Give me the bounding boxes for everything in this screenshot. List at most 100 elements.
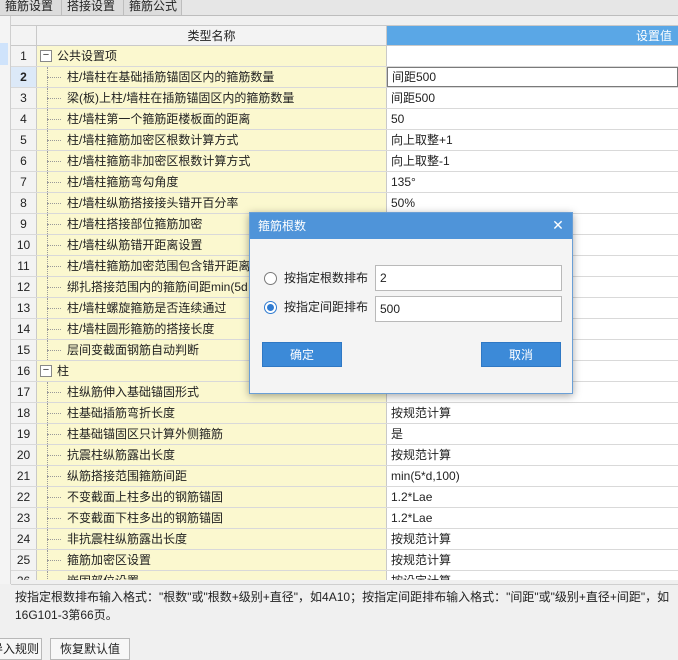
tree-branch xyxy=(47,329,61,330)
row-number: 3 xyxy=(11,88,37,108)
row-name-cell: 不变截面上柱多出的钢筋锚固 xyxy=(37,487,387,507)
row-number: 1 xyxy=(11,46,37,66)
tab-stirrup-settings[interactable]: 箍筋设置 xyxy=(0,0,62,15)
setting-label: 非抗震柱纵筋露出长度 xyxy=(67,532,188,546)
radio-by-spacing[interactable] xyxy=(264,301,277,314)
collapse-icon[interactable]: − xyxy=(40,50,52,62)
row-number: 11 xyxy=(11,256,37,276)
restore-defaults-button[interactable]: 恢复默认值 xyxy=(50,638,130,660)
cancel-button[interactable]: 取消 xyxy=(481,342,561,367)
table-row[interactable]: 26 嵌固部位设置 按设定计算 xyxy=(11,571,678,580)
setting-value[interactable]: 50% xyxy=(387,193,678,213)
table-row[interactable]: 5 柱/墙柱箍筋加密区根数计算方式 向上取整+1 xyxy=(11,130,678,151)
setting-value[interactable]: 按规范计算 xyxy=(387,403,678,423)
tree-branch xyxy=(47,287,61,288)
setting-label: 箍筋加密区设置 xyxy=(67,553,152,567)
setting-value[interactable]: 50 xyxy=(387,109,678,129)
table-row[interactable]: 8 柱/墙柱纵筋搭接接头错开百分率 50% xyxy=(11,193,678,214)
setting-value[interactable]: 135° xyxy=(387,172,678,192)
setting-label: 柱/墙柱箍筋弯勾角度 xyxy=(67,175,179,189)
radio-by-count[interactable] xyxy=(264,272,277,285)
setting-label: 不变截面下柱多出的钢筋锚固 xyxy=(67,511,224,525)
setting-value[interactable]: 按规范计算 xyxy=(387,529,678,549)
spacing-input[interactable] xyxy=(375,296,562,322)
setting-value[interactable]: 间距500 xyxy=(387,88,678,108)
row-number: 16 xyxy=(11,361,37,381)
tree-branch xyxy=(47,77,61,78)
table-row[interactable]: 18 柱基础插筋弯折长度 按规范计算 xyxy=(11,403,678,424)
table-row[interactable]: 25 箍筋加密区设置 按规范计算 xyxy=(11,550,678,571)
setting-value[interactable]: 向上取整+1 xyxy=(387,130,678,150)
table-row[interactable]: 23 不变截面下柱多出的钢筋锚固 1.2*Lae xyxy=(11,508,678,529)
table-row[interactable]: 19 柱基础锚固区只计算外侧箍筋 是 xyxy=(11,424,678,445)
setting-value[interactable]: 按设定计算 xyxy=(387,571,678,580)
table-row[interactable]: 24 非抗震柱纵筋露出长度 按规范计算 xyxy=(11,529,678,550)
option-by-count-label: 按指定根数排布 xyxy=(284,271,369,285)
row-name-cell: 嵌固部位设置 xyxy=(37,571,387,580)
setting-label: 抗震柱纵筋露出长度 xyxy=(67,448,176,462)
setting-label: 柱基础锚固区只计算外侧箍筋 xyxy=(67,427,224,441)
row-name-cell: 柱基础插筋弯折长度 xyxy=(37,403,387,423)
tree-branch xyxy=(47,98,61,99)
setting-value[interactable]: 按规范计算 xyxy=(387,445,678,465)
row-number: 24 xyxy=(11,529,37,549)
setting-label: 绑扎搭接范围内的箍筋间距min(5d xyxy=(67,280,248,294)
setting-label: 柱/墙柱纵筋搭接接头错开百分率 xyxy=(67,196,239,210)
tree-branch xyxy=(47,539,61,540)
tree-branch xyxy=(47,518,61,519)
setting-value[interactable]: 1.2*Lae xyxy=(387,508,678,528)
tab-stirrup-formula[interactable]: 箍筋公式 xyxy=(124,0,182,15)
row-number: 4 xyxy=(11,109,37,129)
table-row[interactable]: 2 柱/墙柱在基础插筋锚固区内的箍筋数量 间距500 xyxy=(11,67,678,88)
row-number: 19 xyxy=(11,424,37,444)
import-rules-button[interactable]: 导入规则 xyxy=(0,638,42,660)
row-number: 18 xyxy=(11,403,37,423)
setting-label: 柱纵筋伸入基础锚固形式 xyxy=(67,385,200,399)
tab-bar: 箍筋设置 搭接设置 箍筋公式 xyxy=(0,0,678,16)
row-name-cell: 柱/墙柱第一个箍筋距楼板面的距离 xyxy=(37,109,387,129)
setting-label: 梁(板)上柱/墙柱在插筋锚固区内的箍筋数量 xyxy=(67,91,295,105)
setting-value[interactable]: 间距500 xyxy=(387,67,678,87)
ok-button[interactable]: 确定 xyxy=(262,342,342,367)
row-number: 14 xyxy=(11,319,37,339)
count-input[interactable] xyxy=(375,265,562,291)
setting-value[interactable]: 是 xyxy=(387,424,678,444)
group-label: 柱 xyxy=(57,364,70,378)
row-name-cell: 柱/墙柱箍筋加密区根数计算方式 xyxy=(37,130,387,150)
row-name-cell: − 公共设置项 xyxy=(37,46,387,66)
table-row[interactable]: 21 纵筋搭接范围箍筋间距 min(5*d,100) xyxy=(11,466,678,487)
tree-branch xyxy=(47,413,61,414)
table-row[interactable]: 6 柱/墙柱箍筋非加密区根数计算方式 向上取整-1 xyxy=(11,151,678,172)
tree-branch xyxy=(47,266,61,267)
option-by-spacing-label: 按指定间距排布 xyxy=(284,300,369,314)
setting-label: 柱/墙柱搭接部位箍筋加密 xyxy=(67,217,203,231)
tab-lap-settings[interactable]: 搭接设置 xyxy=(62,0,124,15)
setting-label: 柱/墙柱在基础插筋锚固区内的箍筋数量 xyxy=(67,70,275,84)
left-panel-edge xyxy=(0,16,11,584)
row-number: 5 xyxy=(11,130,37,150)
header-row-number xyxy=(11,26,37,46)
table-row[interactable]: 4 柱/墙柱第一个箍筋距楼板面的距离 50 xyxy=(11,109,678,130)
row-name-cell: 不变截面下柱多出的钢筋锚固 xyxy=(37,508,387,528)
tree-branch xyxy=(47,434,61,435)
row-number: 17 xyxy=(11,382,37,402)
row-number: 9 xyxy=(11,214,37,234)
row-name-cell: 梁(板)上柱/墙柱在插筋锚固区内的箍筋数量 xyxy=(37,88,387,108)
setting-value[interactable] xyxy=(387,46,678,66)
setting-value[interactable]: min(5*d,100) xyxy=(387,466,678,486)
tree-branch xyxy=(47,308,61,309)
row-name-cell: 柱/墙柱在基础插筋锚固区内的箍筋数量 xyxy=(37,67,387,87)
table-row[interactable]: 20 抗震柱纵筋露出长度 按规范计算 xyxy=(11,445,678,466)
row-number: 21 xyxy=(11,466,37,486)
table-row[interactable]: 3 梁(板)上柱/墙柱在插筋锚固区内的箍筋数量 间距500 xyxy=(11,88,678,109)
close-icon[interactable]: ✕ xyxy=(552,218,564,232)
table-row[interactable]: 7 柱/墙柱箍筋弯勾角度 135° xyxy=(11,172,678,193)
collapse-icon[interactable]: − xyxy=(40,365,52,377)
tree-branch xyxy=(47,119,61,120)
setting-value[interactable]: 1.2*Lae xyxy=(387,487,678,507)
setting-value[interactable]: 向上取整-1 xyxy=(387,151,678,171)
table-row[interactable]: 1− 公共设置项 xyxy=(11,46,678,67)
table-row[interactable]: 22 不变截面上柱多出的钢筋锚固 1.2*Lae xyxy=(11,487,678,508)
setting-value[interactable]: 按规范计算 xyxy=(387,550,678,570)
row-number: 2 xyxy=(11,67,37,87)
